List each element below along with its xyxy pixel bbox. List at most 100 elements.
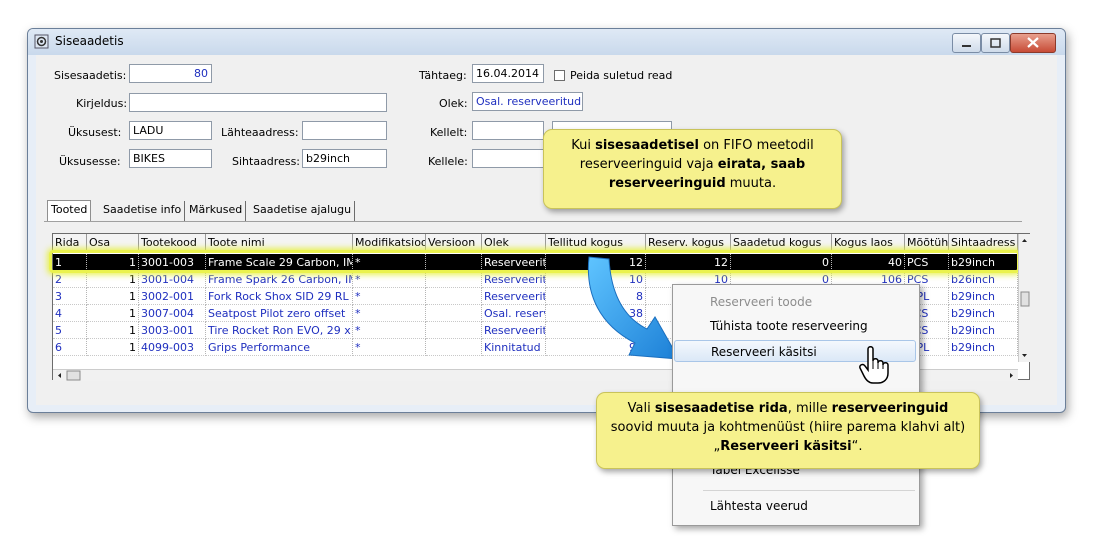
- column-header[interactable]: Sihtaadress: [949, 234, 1018, 251]
- table-cell[interactable]: Frame Spark 26 Carbon, IMP: [206, 271, 353, 288]
- column-header[interactable]: Olek: [482, 234, 546, 251]
- callout-top-text-1: Kui: [571, 138, 596, 153]
- minimize-button[interactable]: [952, 33, 981, 53]
- table-cell[interactable]: *: [353, 339, 426, 356]
- kirjeldus-label: Kirjeldus:: [76, 97, 128, 110]
- table-cell[interactable]: 1: [87, 271, 139, 288]
- table-cell[interactable]: [426, 339, 482, 356]
- selection-glow: [49, 250, 1020, 273]
- uksusesse-label: Üksusesse:: [59, 155, 121, 168]
- callout-bottom-text-2: , mille: [787, 401, 832, 416]
- table-cell[interactable]: [426, 271, 482, 288]
- column-header[interactable]: Versioon: [426, 234, 482, 251]
- tab-saadetise-ajalugu[interactable]: Saadetise ajalugu: [250, 201, 356, 221]
- column-header[interactable]: Tellitud kogus: [546, 234, 646, 251]
- maximize-icon: [990, 38, 1001, 48]
- menu-item-tuhista-reserveering[interactable]: Tühista toote reserveering: [674, 315, 916, 337]
- sihtaadress-field[interactable]: b29inch: [302, 149, 387, 168]
- table-cell[interactable]: *: [353, 271, 426, 288]
- peida-checkbox[interactable]: [554, 70, 565, 81]
- column-header[interactable]: Saadetud kogus: [731, 234, 832, 251]
- table-cell[interactable]: [426, 322, 482, 339]
- tab-markused[interactable]: Märkused: [186, 201, 247, 221]
- callout-bottom-bold-3: Reserveeri käsitsi: [720, 439, 852, 454]
- table-cell[interactable]: 3002-001: [139, 288, 206, 305]
- table-cell[interactable]: 1: [87, 305, 139, 322]
- window-title: Siseaadetis: [55, 34, 124, 48]
- column-header[interactable]: Kogus laos: [832, 234, 905, 251]
- kellelt-label: Kellelt:: [430, 126, 468, 139]
- callout-bottom-bold-2: reserveeringuid: [831, 401, 949, 416]
- callout-bottom: Vali sisesaadetise rida, mille reserveer…: [596, 392, 980, 469]
- table-cell[interactable]: Reserveeritud: [482, 322, 546, 339]
- app-icon: [34, 34, 49, 49]
- table-cell[interactable]: Reserveeritud: [482, 271, 546, 288]
- callout-bottom-text-4: “.: [851, 439, 863, 454]
- uksusest-field[interactable]: LADU: [129, 121, 212, 140]
- kellele-field[interactable]: [472, 149, 544, 168]
- tab-tooted[interactable]: Tooted: [47, 200, 92, 221]
- column-header[interactable]: Rida: [53, 234, 87, 251]
- kirjeldus-field[interactable]: [129, 93, 387, 112]
- lahteaadress-field[interactable]: [302, 121, 387, 140]
- table-cell[interactable]: *: [353, 288, 426, 305]
- table-cell[interactable]: [426, 305, 482, 322]
- maximize-button[interactable]: [981, 33, 1010, 53]
- table-cell[interactable]: *: [353, 322, 426, 339]
- table-cell[interactable]: 3003-001: [139, 322, 206, 339]
- tab-saadetise-info[interactable]: Saadetise info: [100, 201, 186, 221]
- column-header[interactable]: Mõõtühik: [905, 234, 949, 251]
- minimize-icon: [962, 45, 971, 47]
- table-cell[interactable]: 2: [53, 271, 87, 288]
- table-cell[interactable]: 4: [53, 305, 87, 322]
- table-cell[interactable]: Seatpost Pilot zero offset: [206, 305, 353, 322]
- table-cell[interactable]: b26inch: [949, 271, 1018, 288]
- table-cell[interactable]: b29inch: [949, 339, 1018, 356]
- title-bar: Siseaadetis: [28, 29, 1065, 55]
- table-cell[interactable]: 4099-003: [139, 339, 206, 356]
- close-icon: [1027, 37, 1039, 48]
- uksusest-label: Üksusest:: [68, 126, 122, 139]
- table-cell[interactable]: b29inch: [949, 305, 1018, 322]
- table-cell[interactable]: [426, 288, 482, 305]
- table-cell[interactable]: b29inch: [949, 288, 1018, 305]
- table-cell[interactable]: Fork Rock Shox SID 29 RL: [206, 288, 353, 305]
- callout-top-text-3: muuta.: [725, 176, 777, 191]
- table-cell[interactable]: b29inch: [949, 322, 1018, 339]
- table-cell[interactable]: Osal. reserveeritud: [482, 305, 546, 322]
- olek-label: Olek:: [439, 97, 468, 110]
- uksusesse-field[interactable]: BIKES: [129, 149, 212, 168]
- table-cell[interactable]: Kinnitatud: [482, 339, 546, 356]
- column-header[interactable]: Tootekood: [139, 234, 206, 251]
- column-header[interactable]: Modifikatsioon: [353, 234, 426, 251]
- callout-top-bold-1: sisesaadetisel: [595, 138, 699, 153]
- kellelt-field[interactable]: [472, 121, 544, 140]
- callout-top: Kui sisesaadetisel on FIFO meetodil rese…: [543, 129, 842, 209]
- scroll-arrows-icon: [1020, 239, 1030, 357]
- table-cell[interactable]: 3007-004: [139, 305, 206, 322]
- table-cell[interactable]: 6: [53, 339, 87, 356]
- table-cell[interactable]: 3001-004: [139, 271, 206, 288]
- table-cell[interactable]: 1: [87, 322, 139, 339]
- menu-item-reserveeri-toode[interactable]: Reserveeri toode: [674, 291, 916, 313]
- table-cell[interactable]: 3: [53, 288, 87, 305]
- peida-label: Peida suletud read: [570, 69, 673, 82]
- table-cell[interactable]: *: [353, 305, 426, 322]
- column-header[interactable]: Osa: [87, 234, 139, 251]
- table-cell[interactable]: 1: [87, 288, 139, 305]
- column-header[interactable]: Toote nimi: [206, 234, 353, 251]
- close-button[interactable]: [1010, 33, 1056, 53]
- table-cell[interactable]: Tire Rocket Ron EVO, 29 x: [206, 322, 353, 339]
- table-cell[interactable]: Reserveeritud: [482, 288, 546, 305]
- table-cell[interactable]: Grips Performance: [206, 339, 353, 356]
- table-cell[interactable]: 5: [53, 322, 87, 339]
- tahtaeg-field[interactable]: 16.04.2014: [472, 64, 544, 83]
- callout-bottom-bold-1: sisesaadetise rida: [654, 401, 788, 416]
- sisesaadetis-field[interactable]: 80: [129, 64, 212, 83]
- vertical-scrollbar[interactable]: [1018, 234, 1030, 362]
- column-header[interactable]: Reserv. kogus: [646, 234, 731, 251]
- menu-item-lahtesta-veerud[interactable]: Lähtesta veerud: [674, 495, 916, 517]
- kellele-label: Kellele:: [428, 155, 468, 168]
- callout-bottom-text-1: Vali: [627, 401, 655, 416]
- table-cell[interactable]: 1: [87, 339, 139, 356]
